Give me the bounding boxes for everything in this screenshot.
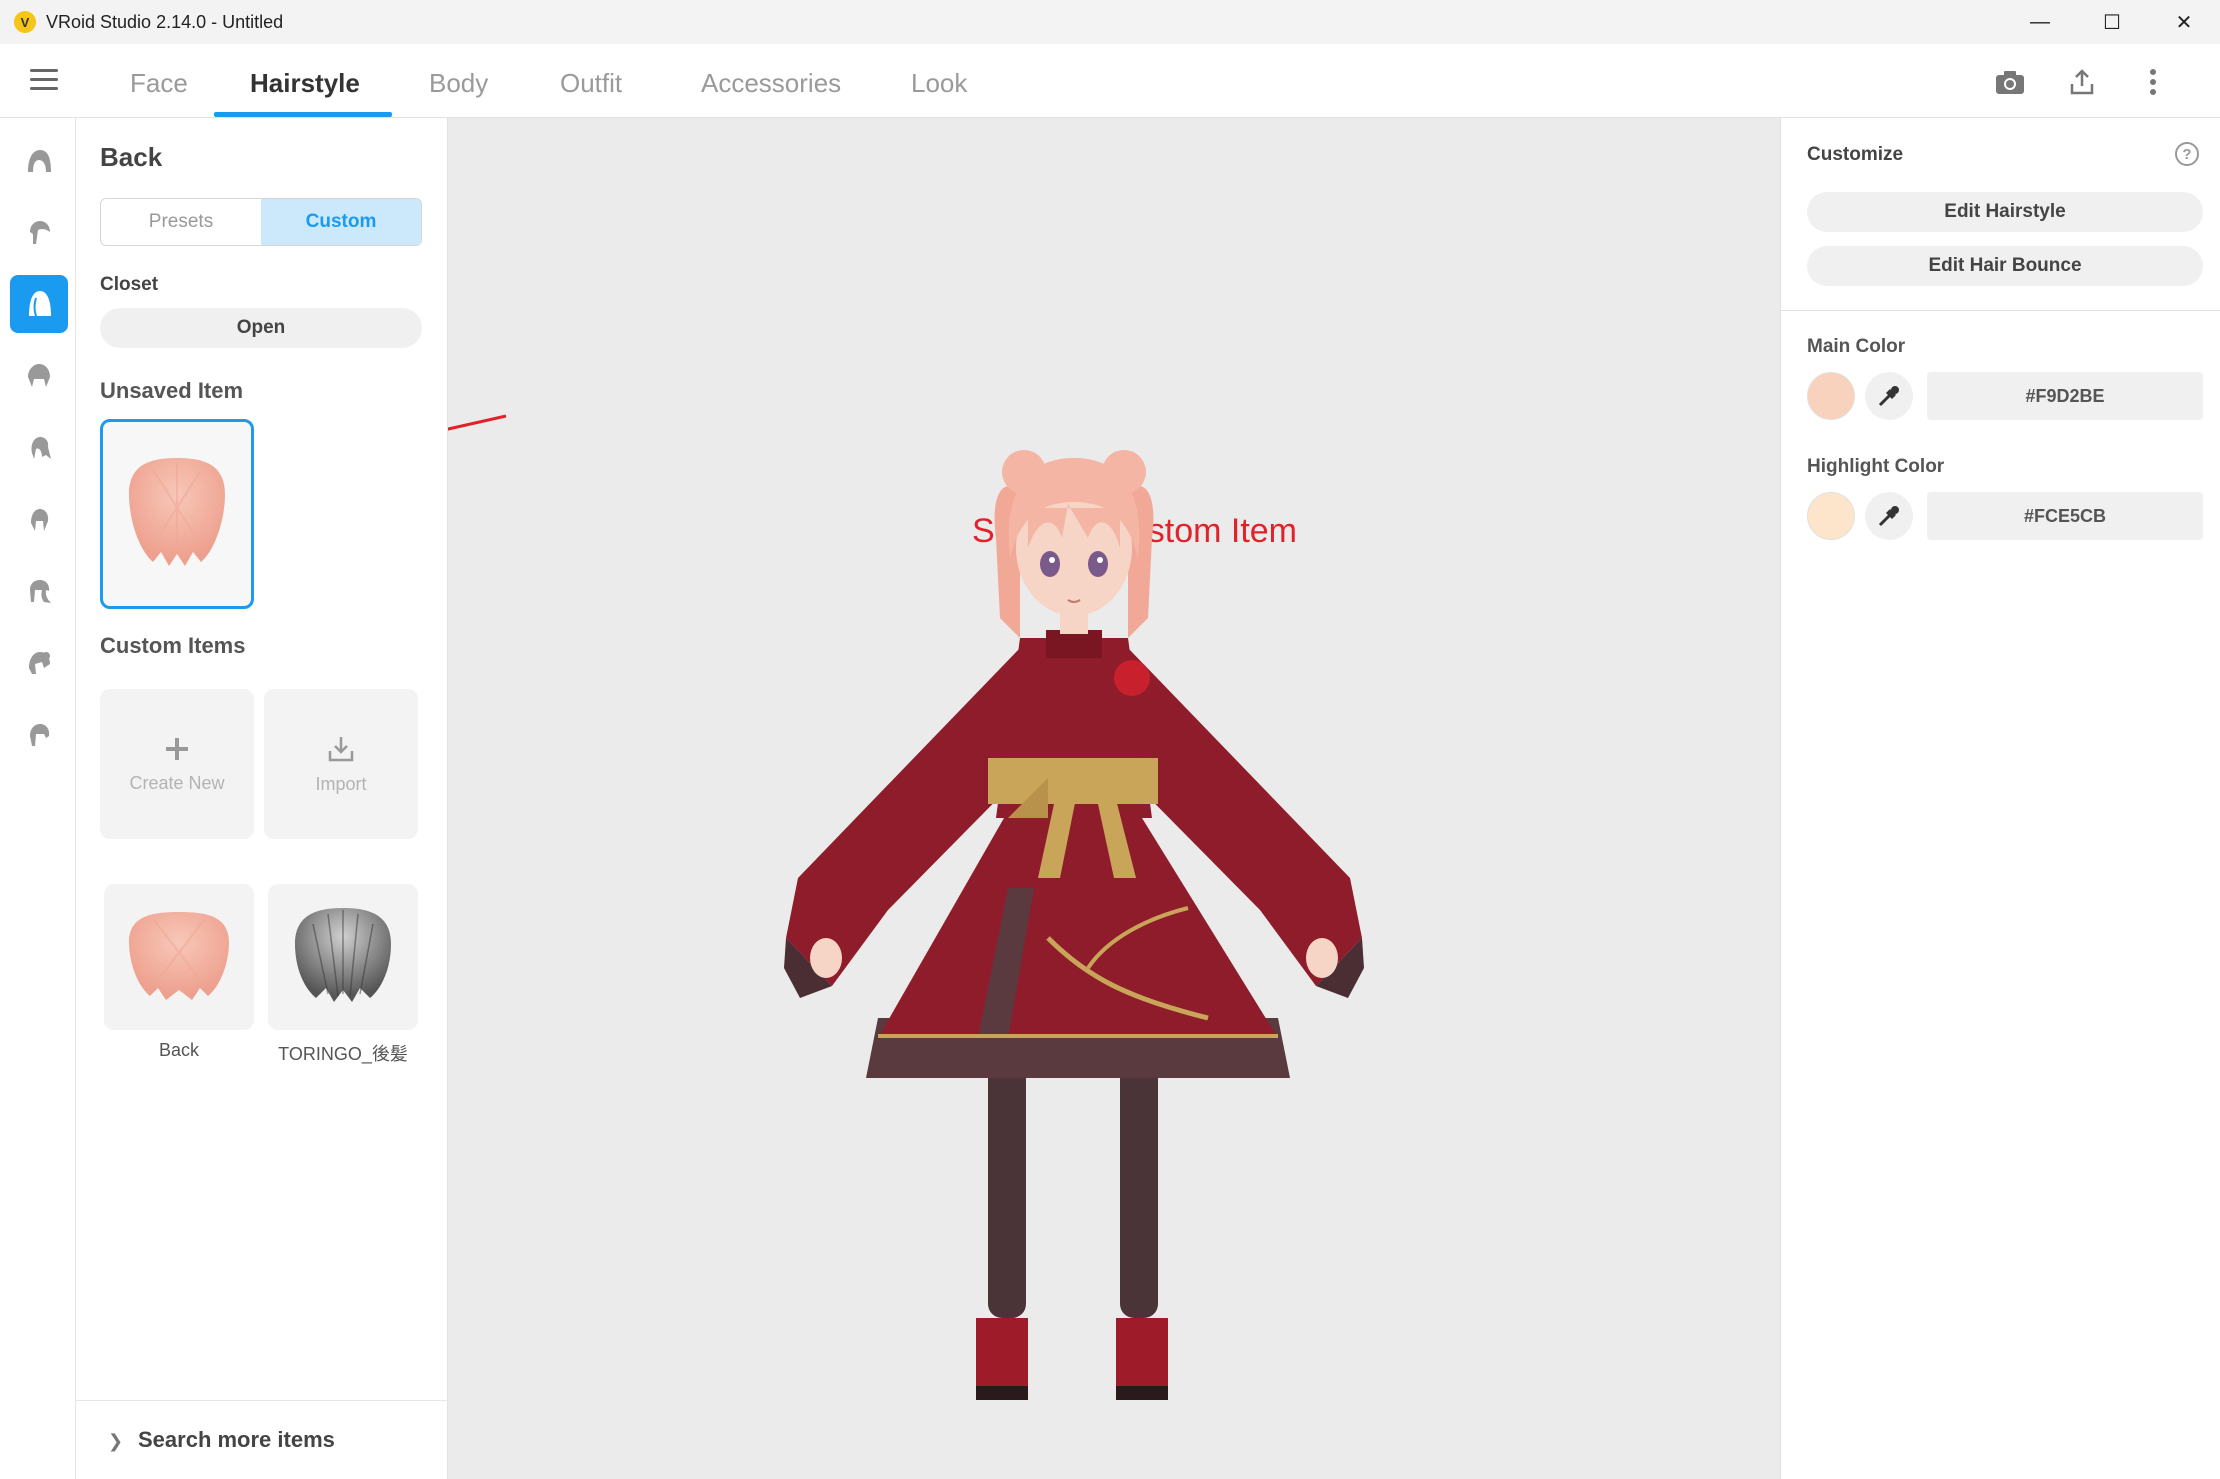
- plus-icon: [166, 737, 188, 760]
- hair-extension-icon[interactable]: [10, 491, 68, 549]
- side-hair-icon[interactable]: [10, 347, 68, 405]
- presets-custom-toggle: Presets Custom: [100, 198, 422, 246]
- eyedropper-icon[interactable]: [1865, 492, 1913, 540]
- closet-label: Closet: [100, 274, 159, 295]
- search-more-label: Search more items: [138, 1427, 335, 1452]
- edit-hairstyle-button[interactable]: Edit Hairstyle: [1807, 192, 2203, 232]
- camera-icon[interactable]: [1992, 64, 2028, 100]
- minimize-button[interactable]: —: [2004, 0, 2076, 44]
- customize-panel: Customize ? Edit Hairstyle Edit Hair Bou…: [1780, 118, 2220, 1479]
- hair-thumbnail-icon: [129, 912, 229, 1000]
- chevron-right-icon: ❯: [108, 1431, 124, 1451]
- unsaved-item-card[interactable]: [100, 419, 254, 609]
- tab-body[interactable]: Body: [429, 62, 488, 118]
- custom-item-back[interactable]: [104, 884, 254, 1030]
- open-closet-button[interactable]: Open: [100, 308, 422, 348]
- main-color-hex-input[interactable]: #F9D2BE: [1927, 372, 2203, 420]
- close-button[interactable]: ✕: [2148, 0, 2220, 44]
- hair-misc-icon[interactable]: [10, 706, 68, 764]
- maximize-button[interactable]: ☐: [2076, 0, 2148, 44]
- title-bar: V VRoid Studio 2.14.0 - Untitled — ☐ ✕: [0, 0, 2220, 44]
- search-more-items[interactable]: ❯ Search more items: [76, 1400, 448, 1479]
- unsaved-item-label: Unsaved Item: [100, 378, 244, 403]
- tab-look[interactable]: Look: [911, 62, 967, 118]
- import-icon: [328, 736, 354, 761]
- menu-icon[interactable]: [30, 69, 58, 91]
- customize-label: Customize: [1807, 144, 1904, 165]
- tab-accessories[interactable]: Accessories: [701, 62, 841, 118]
- app-logo-icon: V: [14, 11, 36, 33]
- edit-hair-bounce-button[interactable]: Edit Hair Bounce: [1807, 246, 2203, 286]
- window-controls: — ☐ ✕: [2004, 0, 2220, 44]
- active-tab-indicator: [214, 112, 392, 117]
- custom-items-label: Custom Items: [100, 633, 246, 658]
- category-rail: [0, 118, 76, 1479]
- import-button[interactable]: Import: [264, 689, 418, 839]
- tab-hairstyle[interactable]: Hairstyle: [250, 62, 360, 118]
- tab-outfit[interactable]: Outfit: [560, 62, 622, 118]
- tab-face[interactable]: Face: [130, 62, 188, 118]
- ponytail-icon[interactable]: [10, 419, 68, 477]
- main-color-label: Main Color: [1807, 336, 1906, 357]
- highlight-color-hex-input[interactable]: #FCE5CB: [1927, 492, 2203, 540]
- eyedropper-icon[interactable]: [1865, 372, 1913, 420]
- back-hair-icon[interactable]: [10, 275, 68, 333]
- presets-tab[interactable]: Presets: [101, 199, 261, 245]
- hair-thumbnail-icon: [129, 458, 225, 566]
- hair-accessory-icon[interactable]: [10, 634, 68, 692]
- hair-thumbnail-icon: [295, 908, 391, 1002]
- more-icon[interactable]: [2135, 64, 2171, 100]
- highlight-color-swatch[interactable]: [1807, 492, 1855, 540]
- hairstyle-panel: Back Presets Custom Closet Open Unsaved …: [76, 118, 448, 1479]
- create-new-button[interactable]: Create New: [100, 689, 254, 839]
- create-new-label: Create New: [129, 772, 225, 793]
- hair-base-icon[interactable]: [10, 132, 68, 190]
- panel-title: Back: [100, 142, 163, 172]
- custom-tab[interactable]: Custom: [261, 199, 421, 245]
- divider: [1781, 310, 2220, 311]
- help-icon[interactable]: ?: [2175, 142, 2199, 166]
- main-color-swatch[interactable]: [1807, 372, 1855, 420]
- import-label: Import: [315, 773, 367, 794]
- custom-item-back-label: Back: [158, 1040, 200, 1060]
- window-title: VRoid Studio 2.14.0 - Untitled: [46, 11, 284, 32]
- export-icon[interactable]: [2064, 64, 2100, 100]
- highlight-color-label: Highlight Color: [1807, 456, 1945, 477]
- avatar-model: [784, 450, 1364, 1400]
- ahoge-icon[interactable]: [10, 562, 68, 620]
- front-hair-icon[interactable]: [10, 204, 68, 262]
- top-nav: Face Hairstyle Body Outfit Accessories L…: [0, 44, 2220, 118]
- custom-item-toringo[interactable]: [268, 884, 418, 1030]
- model-viewport[interactable]: Save as Custom Item: [448, 118, 1780, 1479]
- custom-item-toringo-label: TORINGO_後髪: [278, 1044, 408, 1064]
